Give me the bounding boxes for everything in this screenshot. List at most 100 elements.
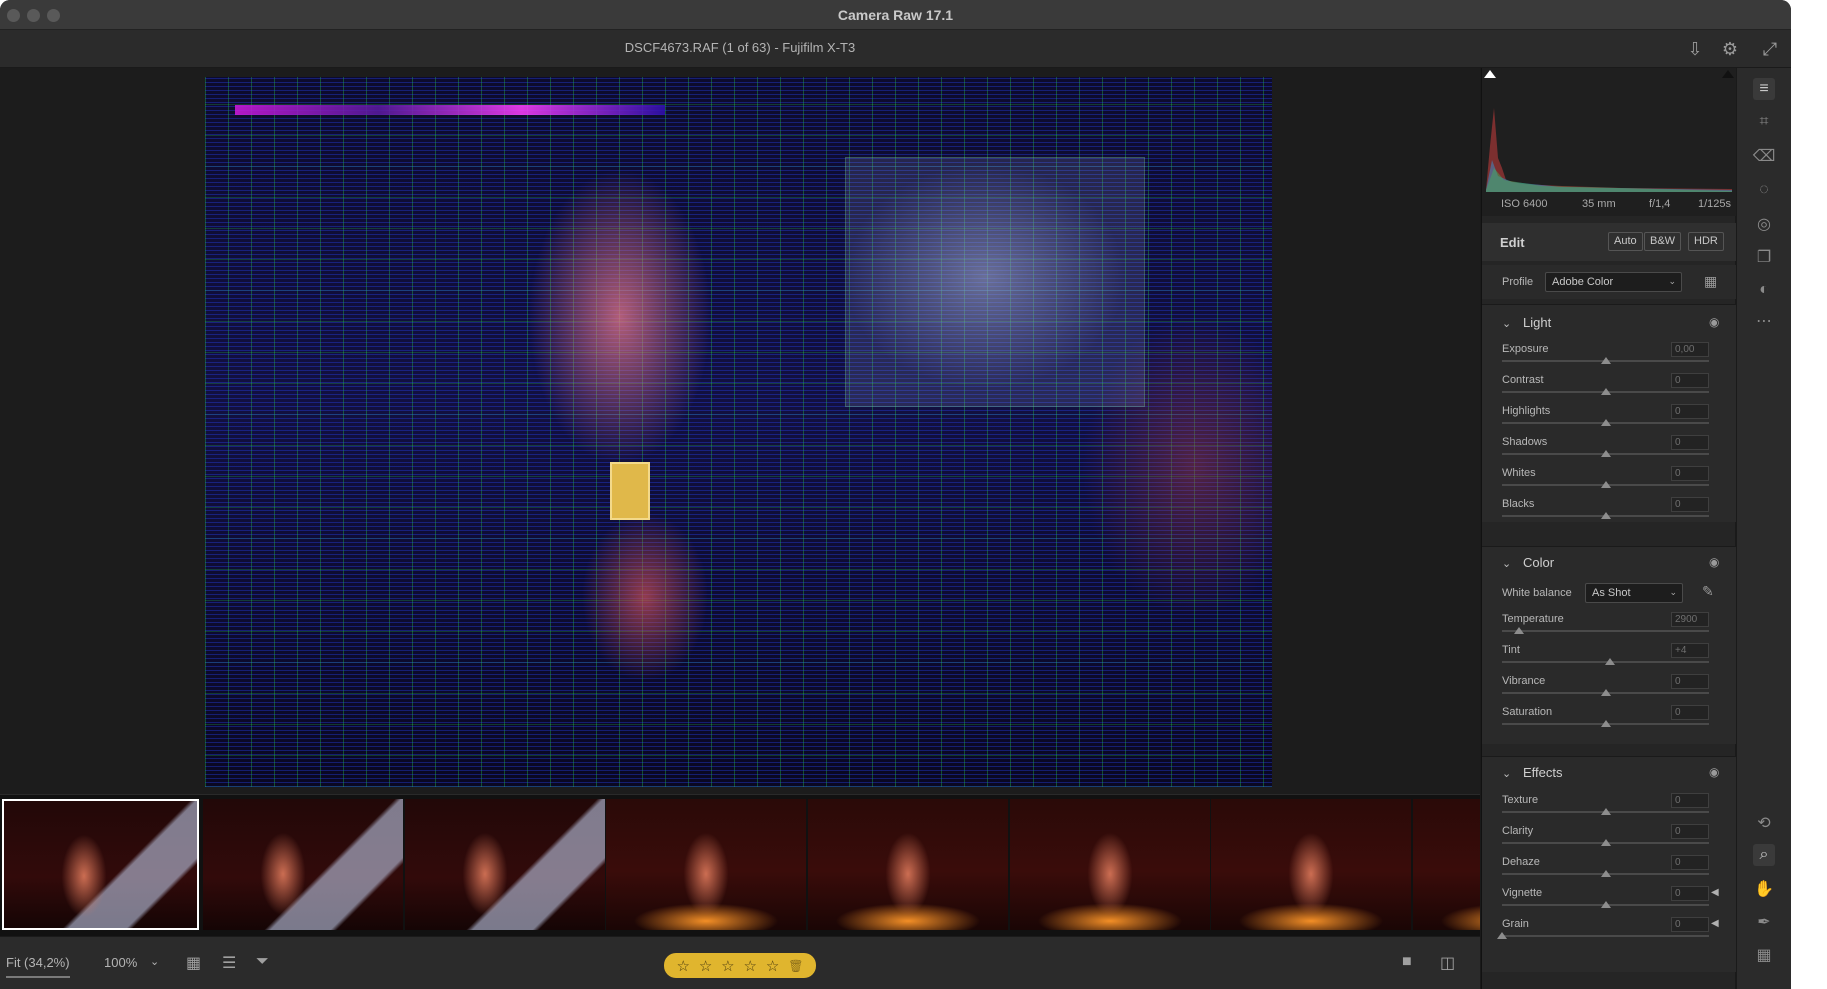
slider-thumb[interactable]: [1600, 481, 1611, 488]
filmstrip-options-icon[interactable]: ▦: [186, 953, 201, 973]
eye-icon[interactable]: ◉: [1709, 765, 1719, 779]
slider-thumb[interactable]: [1600, 839, 1611, 846]
slider-value-field[interactable]: 0: [1671, 466, 1709, 481]
effects-title[interactable]: Effects: [1523, 765, 1563, 780]
slider-thumb[interactable]: [1600, 450, 1611, 457]
star-icon[interactable]: ☆: [721, 957, 734, 975]
slider-value-field[interactable]: 0,00: [1671, 342, 1709, 357]
color-title[interactable]: Color: [1523, 555, 1554, 570]
white-balance-select[interactable]: As Shot ⌄: [1585, 583, 1683, 603]
auto-button[interactable]: Auto: [1608, 232, 1643, 251]
filmstrip-thumb[interactable]: [808, 799, 1008, 930]
chevron-down-icon[interactable]: ⌄: [1502, 317, 1511, 330]
slider-track[interactable]: [1502, 935, 1709, 937]
filmstrip-thumb[interactable]: [1413, 799, 1480, 930]
slider-thumb[interactable]: [1600, 870, 1611, 877]
filmstrip-thumb[interactable]: [606, 799, 806, 930]
slider-thumb[interactable]: [1600, 512, 1611, 519]
filter-icon[interactable]: ⏷: [256, 953, 269, 971]
slider-value-field[interactable]: 0: [1671, 373, 1709, 388]
save-icon[interactable]: ⇩: [1684, 38, 1706, 60]
slider-value-field[interactable]: 0: [1671, 404, 1709, 419]
slider-thumb[interactable]: [1497, 932, 1507, 939]
crop-icon[interactable]: ⌗: [1753, 111, 1775, 133]
profile-browser-icon[interactable]: ▦: [1704, 273, 1717, 290]
slider-label: Shadows: [1502, 436, 1548, 448]
focal-length: 35 mm: [1582, 198, 1616, 210]
star-icon[interactable]: ☆: [766, 957, 779, 975]
eye-icon[interactable]: ◉: [1709, 315, 1719, 329]
filmstrip-thumb[interactable]: [1010, 799, 1210, 930]
slider-options-icon[interactable]: ◀: [1711, 918, 1719, 929]
profile-select[interactable]: Adobe Color ⌄: [1545, 272, 1682, 292]
preview-image[interactable]: [205, 77, 1272, 787]
slider-value-field[interactable]: 0: [1671, 435, 1709, 450]
edit-title: Edit: [1500, 235, 1525, 250]
filmstrip-thumb[interactable]: [203, 799, 403, 930]
slider-track[interactable]: [1502, 630, 1709, 632]
camera-raw-window: Camera Raw 17.1 DSCF4673.RAF (1 of 63) -…: [0, 0, 1791, 989]
star-icon[interactable]: ☆: [744, 957, 757, 975]
slider-thumb[interactable]: [1600, 901, 1611, 908]
light-section: ⌄ Light ◉ Exposure 0,00 Contrast 0 Highlight…: [1482, 304, 1736, 522]
zoom-dropdown-icon[interactable]: ⌄: [150, 955, 159, 968]
mask-icon[interactable]: ◌: [1753, 179, 1775, 201]
slider-value-field[interactable]: 0: [1671, 855, 1709, 870]
slider-thumb[interactable]: [1513, 627, 1524, 634]
slider-value-field[interactable]: 0: [1671, 497, 1709, 512]
filmstrip-thumb[interactable]: [2, 799, 199, 930]
star-rating[interactable]: ☆ ☆ ☆ ☆ ☆ 🗑: [664, 953, 816, 978]
hand-icon[interactable]: ✋: [1753, 878, 1775, 900]
slider-thumb[interactable]: [1600, 419, 1611, 426]
eyedropper-icon[interactable]: ✎: [1702, 583, 1714, 600]
grid-icon[interactable]: ▦: [1753, 944, 1775, 966]
before-after-icon[interactable]: ◫: [1440, 953, 1455, 973]
light-title[interactable]: Light: [1523, 315, 1551, 330]
fullscreen-icon[interactable]: ⤢: [1759, 38, 1781, 60]
filmstrip-thumb[interactable]: [405, 799, 605, 930]
slider-value-field[interactable]: 0: [1671, 705, 1709, 720]
slider-thumb[interactable]: [1600, 720, 1611, 727]
slider-label: Temperature: [1502, 613, 1564, 625]
more-icon[interactable]: ⋯: [1753, 310, 1775, 332]
fit-zoom-button[interactable]: Fit (34,2%): [6, 955, 70, 978]
window-title: Camera Raw 17.1: [837, 7, 954, 23]
rotate-icon[interactable]: ⟲: [1753, 812, 1775, 834]
red-eye-icon[interactable]: ◎: [1753, 213, 1775, 235]
eye-icon[interactable]: ◉: [1709, 555, 1719, 569]
zoom-icon[interactable]: ⌕: [1753, 844, 1775, 866]
chevron-down-icon[interactable]: ⌄: [1502, 767, 1511, 780]
filmstrip: [0, 794, 1480, 936]
slider-options-icon[interactable]: ◀: [1711, 887, 1719, 898]
single-view-icon[interactable]: ■: [1402, 953, 1412, 971]
slider-value-field[interactable]: 0: [1671, 824, 1709, 839]
slider-value-field[interactable]: 2900: [1671, 612, 1709, 627]
gear-icon[interactable]: ⚙: [1719, 38, 1741, 60]
slider-thumb[interactable]: [1600, 388, 1611, 395]
slider-value-field[interactable]: +4: [1671, 643, 1709, 658]
hdr-button[interactable]: HDR: [1688, 232, 1724, 251]
edit-sliders-icon[interactable]: ≡: [1753, 78, 1775, 100]
slider-label: Contrast: [1502, 374, 1544, 386]
slider-thumb[interactable]: [1600, 808, 1611, 815]
star-icon[interactable]: ☆: [699, 957, 712, 975]
slider-value-field[interactable]: 0: [1671, 917, 1709, 932]
color-sampler-icon[interactable]: ✒: [1753, 911, 1775, 933]
bw-button[interactable]: B&W: [1644, 232, 1682, 251]
slider-value-field[interactable]: 0: [1671, 674, 1709, 689]
trash-icon[interactable]: 🗑: [788, 959, 803, 973]
presets-icon[interactable]: ◐: [1753, 279, 1775, 301]
sort-icon[interactable]: ☰: [222, 953, 236, 973]
slider-thumb[interactable]: [1600, 689, 1611, 696]
chevron-down-icon[interactable]: ⌄: [1502, 557, 1511, 570]
zoom-level-button[interactable]: 100%: [104, 955, 137, 970]
slider-value-field[interactable]: 0: [1671, 886, 1709, 901]
eraser-icon[interactable]: ⌫: [1753, 145, 1776, 167]
slider-thumb[interactable]: [1604, 658, 1615, 665]
document-bar: DSCF4673.RAF (1 of 63) - Fujifilm X-T3 ⇩…: [0, 30, 1791, 68]
snapshots-icon[interactable]: ❐: [1753, 246, 1775, 268]
slider-value-field[interactable]: 0: [1671, 793, 1709, 808]
star-icon[interactable]: ☆: [676, 957, 689, 975]
slider-thumb[interactable]: [1600, 357, 1611, 364]
filmstrip-thumb[interactable]: [1211, 799, 1411, 930]
